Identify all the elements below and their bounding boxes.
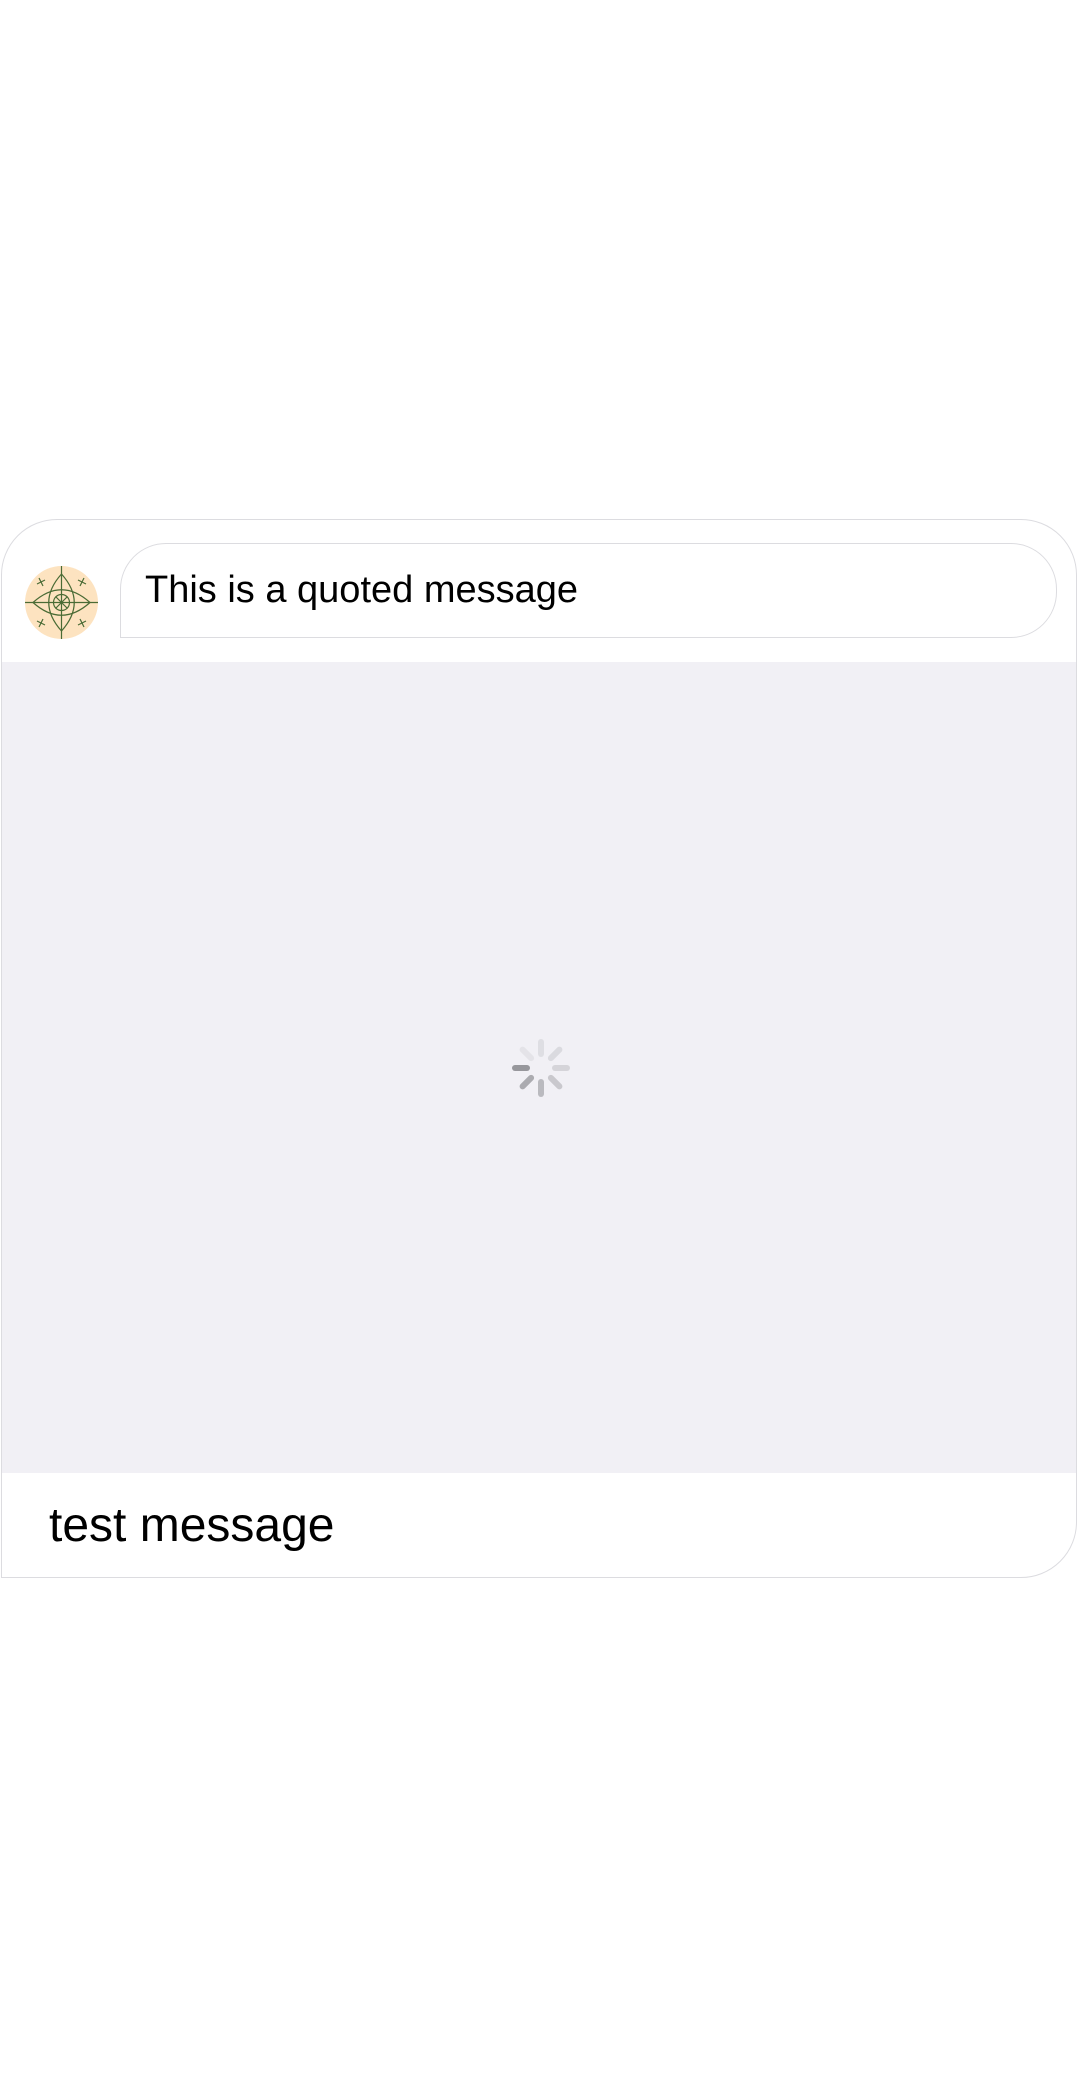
quoted-message-text: This is a quoted message xyxy=(145,569,579,611)
avatar[interactable] xyxy=(25,566,98,639)
loading-spinner-icon xyxy=(510,1037,572,1099)
avatar-geometric-pattern-icon xyxy=(25,566,98,639)
message-bubble[interactable]: This is a quoted message test message xyxy=(1,519,1077,1578)
message-text: test message xyxy=(49,1499,335,1552)
quote-row: This is a quoted message xyxy=(2,520,1076,662)
quoted-message[interactable]: This is a quoted message xyxy=(120,543,1057,638)
media-placeholder[interactable] xyxy=(2,662,1076,1473)
